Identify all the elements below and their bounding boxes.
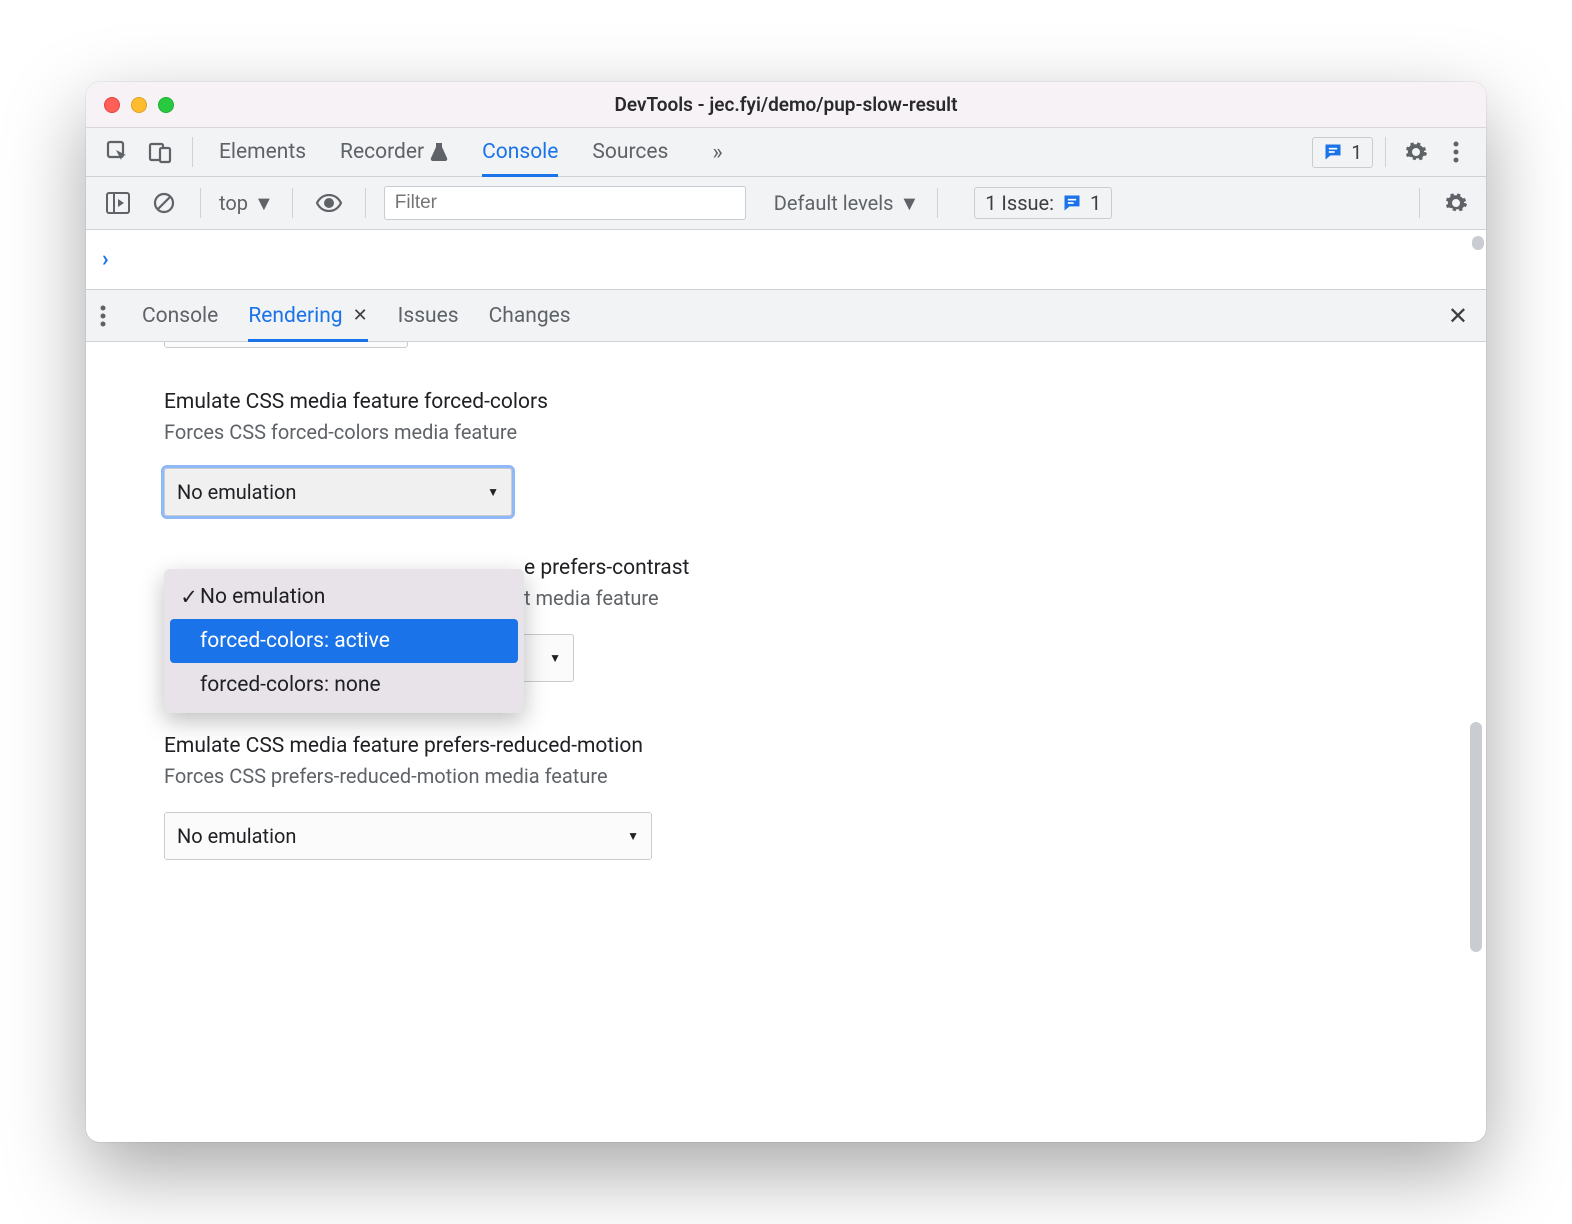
tab-label: Console xyxy=(482,140,558,164)
filter-input[interactable] xyxy=(384,186,746,220)
section-title: Emulate CSS media feature prefers-reduce… xyxy=(164,734,1468,758)
drawer-tab-rendering[interactable]: Rendering ✕ xyxy=(248,290,367,342)
inspect-element-icon[interactable] xyxy=(100,134,136,170)
issues-count: 1 xyxy=(1090,191,1101,215)
tab-close-icon[interactable]: ✕ xyxy=(353,305,368,326)
console-settings-icon[interactable] xyxy=(1438,185,1474,221)
separator xyxy=(192,137,193,167)
tab-label: Issues xyxy=(398,304,459,328)
toolbar-right: 1 xyxy=(1312,134,1474,170)
section-title: Emulate CSS media feature forced-colors xyxy=(164,390,1468,414)
emulate-forced-colors-section: Emulate CSS media feature forced-colors … xyxy=(164,390,1468,516)
option-label: forced-colors: active xyxy=(200,629,390,653)
issues-link[interactable]: 1 Issue: 1 xyxy=(974,187,1112,219)
console-subtoolbar: top ▼ Default levels ▼ 1 Issue: 1 xyxy=(86,177,1486,230)
separator xyxy=(365,188,366,218)
settings-icon[interactable] xyxy=(1398,134,1434,170)
main-toolbar: Elements Recorder Console Sources » 1 xyxy=(86,128,1486,177)
check-icon: ✓ xyxy=(178,585,200,610)
tab-console[interactable]: Console xyxy=(482,128,558,177)
rendering-panel: Emulate CSS media feature forced-colors … xyxy=(86,342,1486,1142)
chevrons-glyph: » xyxy=(712,140,722,165)
titlebar: DevTools - jec.fyi/demo/pup-slow-result xyxy=(86,82,1486,128)
drawer-tabbar: Console Rendering ✕ Issues Changes ✕ xyxy=(86,290,1486,342)
context-selector[interactable]: top ▼ xyxy=(219,191,274,216)
tab-sources[interactable]: Sources xyxy=(592,128,668,177)
context-label: top xyxy=(219,191,248,215)
toggle-device-icon[interactable] xyxy=(142,134,178,170)
option-no-emulation[interactable]: ✓ No emulation xyxy=(170,575,518,619)
console-prompt: › xyxy=(102,247,109,272)
console-sidebar-toggle-icon[interactable] xyxy=(100,185,136,221)
option-forced-colors-active[interactable]: forced-colors: active xyxy=(170,619,518,663)
separator xyxy=(1385,137,1386,167)
separator xyxy=(200,188,201,218)
drawer-menu-icon[interactable] xyxy=(100,305,106,327)
caret-down-icon: ▼ xyxy=(627,829,639,843)
tab-label: Sources xyxy=(592,140,668,164)
scrollbar-thumb[interactable] xyxy=(1472,236,1484,250)
issues-count: 1 xyxy=(1351,141,1362,164)
separator xyxy=(1419,188,1420,218)
caret-down-icon: ▼ xyxy=(254,191,274,216)
drawer-tab-issues[interactable]: Issues xyxy=(398,290,459,342)
select-value: No emulation xyxy=(177,824,296,848)
devtools-window: DevTools - jec.fyi/demo/pup-slow-result … xyxy=(86,82,1486,1142)
tab-elements[interactable]: Elements xyxy=(219,128,306,177)
drawer-close-icon[interactable]: ✕ xyxy=(1448,302,1468,330)
emulate-prefers-reduced-motion-section: Emulate CSS media feature prefers-reduce… xyxy=(164,734,1468,860)
tab-label: Changes xyxy=(489,304,571,328)
console-input-row[interactable]: › xyxy=(86,230,1486,290)
prefers-reduced-motion-select[interactable]: No emulation ▼ xyxy=(164,812,652,860)
scrollbar-thumb[interactable] xyxy=(1470,722,1482,952)
separator xyxy=(292,188,293,218)
main-tabs: Elements Recorder Console Sources » xyxy=(219,128,723,177)
select-value: No emulation xyxy=(177,480,296,504)
window-title: DevTools - jec.fyi/demo/pup-slow-result xyxy=(86,93,1486,116)
tab-label: Rendering xyxy=(248,304,342,328)
kebab-menu-icon[interactable] xyxy=(1438,134,1474,170)
tab-label: Console xyxy=(142,304,218,328)
drawer-tab-changes[interactable]: Changes xyxy=(489,290,571,342)
caret-down-icon: ▼ xyxy=(899,191,919,216)
levels-label: Default levels xyxy=(774,191,894,215)
select-partial-offscreen[interactable] xyxy=(164,342,408,348)
tab-label: Recorder xyxy=(340,140,424,164)
chat-icon xyxy=(1062,193,1082,213)
caret-down-icon: ▼ xyxy=(487,485,499,499)
section-subtitle: Forces CSS forced-colors media feature xyxy=(164,420,1468,444)
separator xyxy=(937,188,938,218)
forced-colors-select[interactable]: No emulation ▼ xyxy=(164,468,512,516)
option-label: No emulation xyxy=(200,585,325,609)
more-tabs-button[interactable]: » xyxy=(712,140,722,165)
drawer-tab-console[interactable]: Console xyxy=(142,290,218,342)
caret-down-icon: ▼ xyxy=(549,651,561,665)
issues-label: 1 Issue: xyxy=(985,191,1054,215)
forced-colors-dropdown: ✓ No emulation forced-colors: active for… xyxy=(164,569,524,713)
clear-console-icon[interactable] xyxy=(146,185,182,221)
tab-label: Elements xyxy=(219,140,306,164)
issues-badge[interactable]: 1 xyxy=(1312,137,1373,168)
option-forced-colors-none[interactable]: forced-colors: none xyxy=(170,663,518,707)
log-levels-selector[interactable]: Default levels ▼ xyxy=(774,191,919,216)
section-subtitle: Forces CSS prefers-reduced-motion media … xyxy=(164,764,1468,788)
live-expression-icon[interactable] xyxy=(311,185,347,221)
chat-icon xyxy=(1323,142,1343,162)
tab-recorder[interactable]: Recorder xyxy=(340,128,448,177)
flask-icon xyxy=(430,142,448,162)
option-label: forced-colors: none xyxy=(200,673,381,697)
